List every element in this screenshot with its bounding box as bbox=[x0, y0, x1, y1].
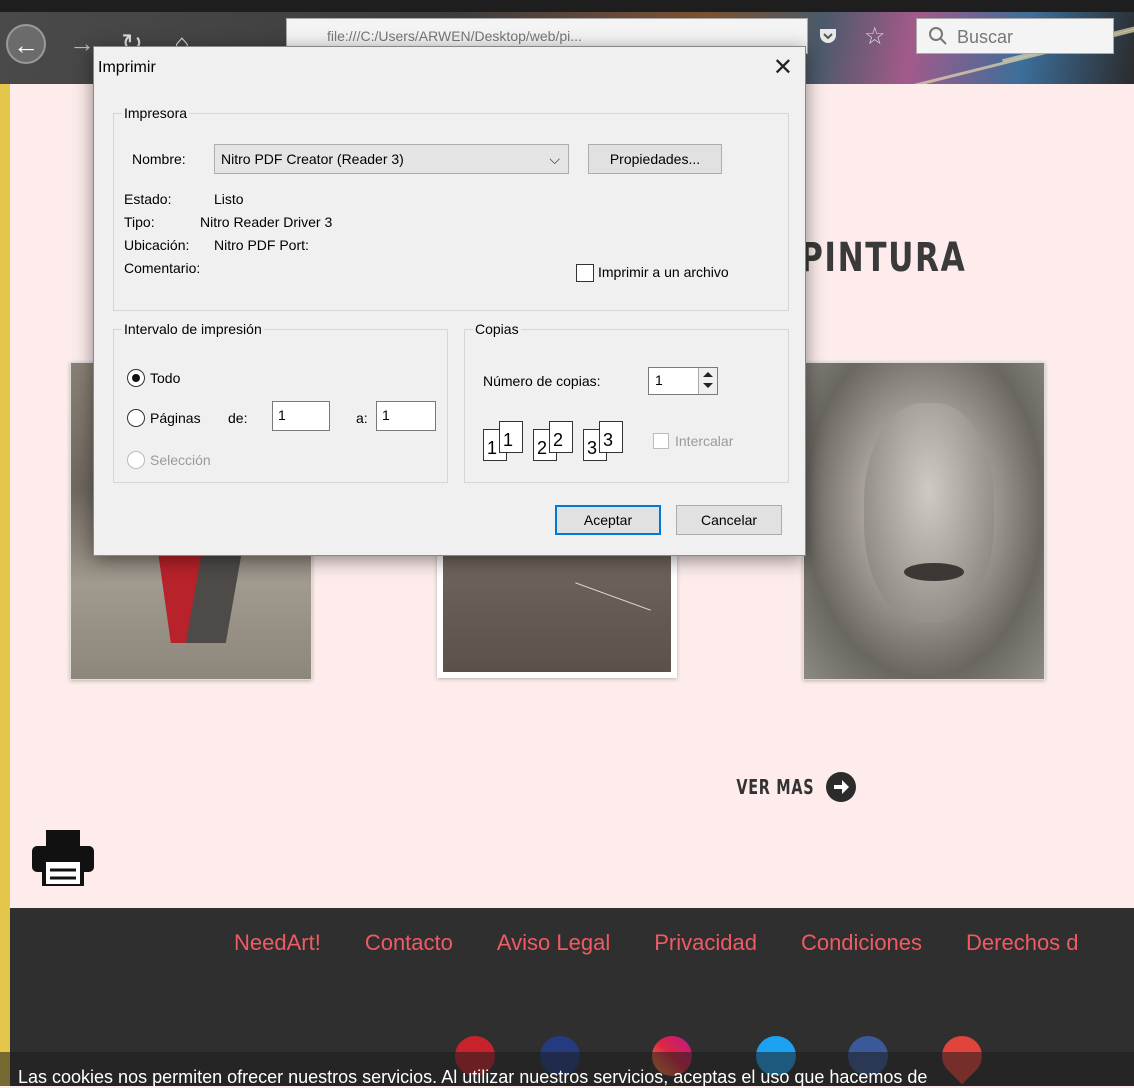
location-label: Ubicación: bbox=[124, 237, 190, 253]
range-from-label: de: bbox=[228, 410, 248, 426]
cookie-banner: Las cookies nos permiten ofrecer nuestro… bbox=[0, 1052, 1134, 1086]
location-value: Nitro PDF Port: bbox=[214, 237, 309, 253]
print-dialog: Imprimir ✕ Impresora Nombre: Nitro PDF C… bbox=[93, 46, 806, 556]
collate-page: 1 bbox=[499, 421, 523, 453]
bookmark-star-icon[interactable]: ☆ bbox=[864, 22, 886, 51]
type-value: Nitro Reader Driver 3 bbox=[200, 214, 333, 230]
range-selection-radio[interactable] bbox=[127, 451, 145, 469]
cancel-button[interactable]: Cancelar bbox=[676, 505, 782, 535]
search-icon bbox=[929, 27, 947, 45]
range-all-radio[interactable] bbox=[127, 369, 145, 387]
page-border bbox=[0, 84, 10, 1086]
caret-down-icon[interactable] bbox=[703, 383, 713, 388]
tab-strip bbox=[0, 0, 1134, 12]
range-pages-radio[interactable] bbox=[127, 409, 145, 427]
footer-link-needart[interactable]: NeedArt! bbox=[234, 930, 321, 956]
printer-select[interactable]: Nitro PDF Creator (Reader 3) ⌵ bbox=[214, 144, 569, 174]
range-all-label: Todo bbox=[150, 370, 181, 386]
close-icon[interactable]: ✕ bbox=[773, 55, 793, 81]
ver-mas-link[interactable]: VER MAS bbox=[706, 772, 857, 802]
collate-checkbox[interactable] bbox=[653, 433, 669, 449]
copies-group: Copias Número de copias: 1 1 1 2 2 3 3 I… bbox=[464, 321, 789, 483]
arrow-circle-right-icon bbox=[826, 772, 857, 802]
footer-link-privacidad[interactable]: Privacidad bbox=[654, 930, 757, 956]
printer-group: Impresora Nombre: Nitro PDF Creator (Rea… bbox=[113, 105, 789, 311]
arrow-left-icon: ← bbox=[13, 30, 39, 60]
printer-name-label: Nombre: bbox=[132, 151, 186, 167]
collate-page-number: 3 bbox=[587, 438, 598, 458]
print-range-group: Intervalo de impresión Todo Páginas de: … bbox=[113, 321, 448, 483]
back-button[interactable]: ← bbox=[6, 24, 46, 64]
footer-nav: NeedArt! Contacto Aviso Legal Privacidad… bbox=[234, 930, 1079, 956]
printer-select-value: Nitro PDF Creator (Reader 3) bbox=[221, 151, 404, 167]
range-to-input[interactable]: 1 bbox=[376, 401, 436, 431]
copies-stepper[interactable]: 1 bbox=[648, 367, 718, 395]
range-selection-label: Selección bbox=[150, 452, 211, 468]
print-to-file-label: Imprimir a un archivo bbox=[598, 264, 729, 280]
artwork-thumbnail[interactable] bbox=[803, 362, 1045, 680]
range-pages-label: Páginas bbox=[150, 410, 201, 426]
dialog-title: Imprimir bbox=[98, 59, 156, 76]
collate-page-number: 2 bbox=[553, 430, 564, 450]
artwork-detail bbox=[864, 403, 994, 623]
collate-page: 3 bbox=[599, 421, 623, 453]
collate-label: Intercalar bbox=[675, 433, 734, 449]
search-box[interactable]: Buscar bbox=[916, 18, 1114, 54]
pocket-icon[interactable] bbox=[818, 26, 838, 46]
range-from-input[interactable]: 1 bbox=[272, 401, 330, 431]
footer-link-derechos[interactable]: Derechos d bbox=[966, 930, 1079, 956]
collate-page-number: 1 bbox=[487, 438, 498, 458]
search-placeholder: Buscar bbox=[957, 27, 1014, 47]
artwork-detail bbox=[575, 582, 651, 611]
ver-mas-label: VER MAS bbox=[736, 775, 815, 799]
printer-legend: Impresora bbox=[124, 105, 188, 121]
comment-label: Comentario: bbox=[124, 260, 201, 276]
print-range-legend: Intervalo de impresión bbox=[124, 321, 262, 337]
status-value: Listo bbox=[214, 191, 244, 207]
stepper-buttons[interactable] bbox=[698, 368, 717, 394]
copies-legend: Copias bbox=[475, 321, 519, 337]
properties-button[interactable]: Propiedades... bbox=[588, 144, 722, 174]
artwork-detail bbox=[904, 563, 964, 581]
type-label: Tipo: bbox=[124, 214, 155, 230]
footer-link-aviso-legal[interactable]: Aviso Legal bbox=[497, 930, 610, 956]
status-label: Estado: bbox=[124, 191, 172, 207]
dialog-title-bar: Imprimir ✕ bbox=[94, 55, 805, 85]
copies-count-value: 1 bbox=[655, 372, 663, 388]
collate-page-number: 1 bbox=[503, 430, 514, 450]
arrow-right-icon: → bbox=[69, 28, 95, 58]
artwork-thumbnail[interactable] bbox=[437, 550, 677, 678]
collate-page-number: 3 bbox=[603, 430, 614, 450]
caret-up-icon[interactable] bbox=[703, 372, 713, 377]
collate-page: 2 bbox=[549, 421, 573, 453]
footer-link-condiciones[interactable]: Condiciones bbox=[801, 930, 922, 956]
collate-page-number: 2 bbox=[537, 438, 548, 458]
chevron-down-icon: ⌵ bbox=[549, 151, 560, 167]
print-to-file-checkbox[interactable] bbox=[576, 264, 594, 282]
print-icon[interactable] bbox=[32, 830, 94, 886]
section-title: PINTURA bbox=[800, 235, 967, 281]
footer-link-contacto[interactable]: Contacto bbox=[365, 930, 453, 956]
accept-button[interactable]: Aceptar bbox=[555, 505, 661, 535]
copies-count-label: Número de copias: bbox=[483, 373, 601, 389]
range-to-label: a: bbox=[356, 410, 368, 426]
